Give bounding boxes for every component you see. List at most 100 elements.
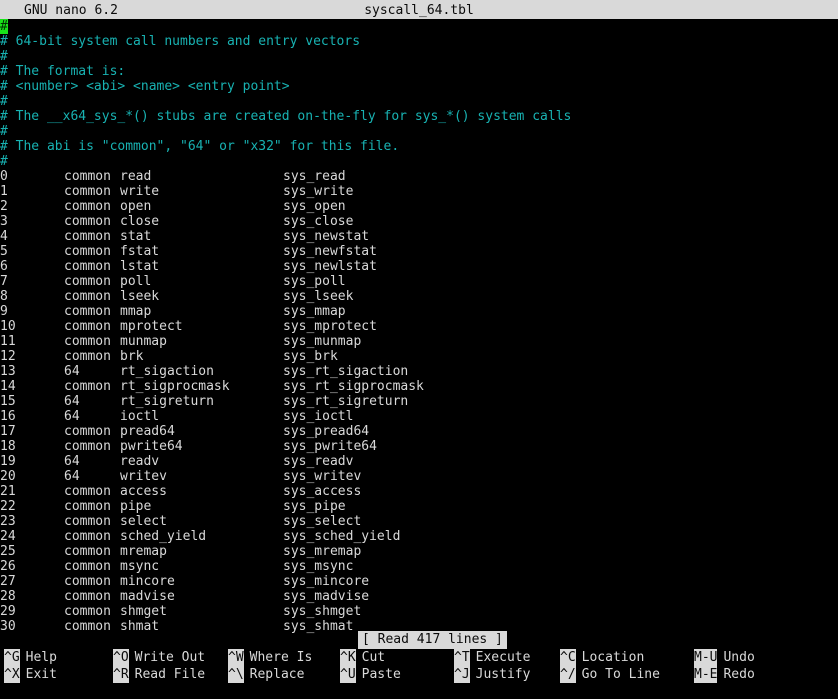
syscall-abi: common <box>64 304 111 319</box>
syscall-abi: common <box>64 604 111 619</box>
help-shortcut-redo[interactable]: M-E Redo <box>694 666 755 683</box>
syscall-row: 20 64 writev sys_writev <box>0 469 838 484</box>
help-shortcut-go-to-line[interactable]: ^/ Go To Line <box>560 666 660 683</box>
syscall-row: 21 common access sys_access <box>0 484 838 499</box>
help-shortcut-write-out[interactable]: ^O Write Out <box>113 649 205 666</box>
terminal-screen: GNU nano 6.2 syscall_64.tbl # # 64-bit sy… <box>0 0 838 699</box>
syscall-abi: common <box>64 589 111 604</box>
syscall-number: 8 <box>0 289 8 304</box>
help-shortcut-key: ^C <box>560 649 576 666</box>
editor-line: # <box>0 19 838 34</box>
syscall-entry-point: sys_madvise <box>283 589 370 604</box>
help-shortcut-location[interactable]: ^C Location <box>560 649 645 666</box>
help-shortcut-label: Undo <box>723 650 755 665</box>
syscall-name: open <box>120 199 152 214</box>
syscall-name: lseek <box>120 289 160 304</box>
syscall-abi: common <box>64 199 111 214</box>
help-shortcut-replace[interactable]: ^\ Replace <box>228 666 305 683</box>
syscall-row: 6 common lstat sys_newlstat <box>0 259 838 274</box>
nano-title-bar: GNU nano 6.2 syscall_64.tbl <box>0 0 838 19</box>
syscall-abi: common <box>64 214 111 229</box>
help-shortcut-paste[interactable]: ^U Paste <box>340 666 401 683</box>
help-shortcut-exit[interactable]: ^X Exit <box>4 666 57 683</box>
syscall-entry-point: sys_rt_sigaction <box>283 364 409 379</box>
syscall-number: 5 <box>0 244 8 259</box>
syscall-entry-point: sys_open <box>283 199 346 214</box>
syscall-name: msync <box>120 559 160 574</box>
syscall-number: 19 <box>0 454 16 469</box>
syscall-entry-point: sys_pipe <box>283 499 346 514</box>
help-shortcut-key: ^R <box>113 666 129 683</box>
text-cursor: # <box>0 19 8 34</box>
status-message: [ Read 417 lines ] <box>358 631 507 649</box>
help-row-primary: ^G Help ^O Write Out ^W Where Is ^K Cut ^T Execut… <box>0 649 838 667</box>
syscall-row: 26 common msync sys_msync <box>0 559 838 574</box>
syscall-entry-point: sys_newstat <box>283 229 370 244</box>
syscall-number: 15 <box>0 394 16 409</box>
syscall-entry-point: sys_mremap <box>283 544 362 559</box>
help-shortcut-key: ^G <box>4 649 20 666</box>
help-shortcut-label: Replace <box>249 667 305 682</box>
syscall-number: 17 <box>0 424 16 439</box>
syscall-row: 23 common select sys_select <box>0 514 838 529</box>
syscall-abi: common <box>64 484 111 499</box>
syscall-number: 11 <box>0 334 16 349</box>
syscall-name: writev <box>120 469 167 484</box>
syscall-entry-point: sys_mincore <box>283 574 370 589</box>
help-shortcut-key: M-U <box>694 649 718 666</box>
syscall-entry-point: sys_sched_yield <box>283 529 401 544</box>
syscall-name: select <box>120 514 167 529</box>
help-shortcut-cut[interactable]: ^K Cut <box>340 649 385 666</box>
help-shortcut-label: Redo <box>723 667 755 682</box>
syscall-row: 12 common brk sys_brk <box>0 349 838 364</box>
nano-filename-label: syscall_64.tbl <box>364 3 474 18</box>
syscall-name: pread64 <box>120 424 175 439</box>
syscall-row: 5 common fstat sys_newfstat <box>0 244 838 259</box>
syscall-row: 1 common write sys_write <box>0 184 838 199</box>
help-shortcut-where-is[interactable]: ^W Where Is <box>228 649 312 666</box>
syscall-row: 9 common mmap sys_mmap <box>0 304 838 319</box>
syscall-abi: common <box>64 259 111 274</box>
syscall-entry-point: sys_rt_sigreturn <box>283 394 409 409</box>
syscall-number: 18 <box>0 439 16 454</box>
nano-help-bar: ^G Help ^O Write Out ^W Where Is ^K Cut ^T Execut… <box>0 649 838 699</box>
syscall-number: 7 <box>0 274 8 289</box>
syscall-entry-point: sys_newfstat <box>283 244 377 259</box>
editor-line: # The format is: <box>0 64 126 79</box>
syscall-number: 3 <box>0 214 8 229</box>
syscall-name: mincore <box>120 574 175 589</box>
help-shortcut-help[interactable]: ^G Help <box>4 649 57 666</box>
syscall-number: 27 <box>0 574 16 589</box>
syscall-entry-point: sys_newlstat <box>283 259 377 274</box>
syscall-row: 0 common read sys_read <box>0 169 838 184</box>
syscall-entry-point: sys_poll <box>283 274 346 289</box>
help-shortcut-key: ^T <box>454 649 470 666</box>
syscall-row: 28 common madvise sys_madvise <box>0 589 838 604</box>
syscall-entry-point: sys_close <box>283 214 354 229</box>
editor-text-area[interactable]: # # 64-bit system call numbers and entry … <box>0 19 838 634</box>
syscall-entry-point: sys_ioctl <box>283 409 354 424</box>
syscall-number: 10 <box>0 319 16 334</box>
syscall-abi: common <box>64 544 111 559</box>
syscall-abi: common <box>64 349 111 364</box>
syscall-name: mprotect <box>120 319 183 334</box>
syscall-entry-point: sys_readv <box>283 454 354 469</box>
syscall-abi: common <box>64 229 111 244</box>
syscall-row: 16 64 ioctl sys_ioctl <box>0 409 838 424</box>
help-shortcut-execute[interactable]: ^T Execute <box>454 649 530 666</box>
help-shortcut-label: Location <box>581 650 645 665</box>
help-shortcut-justify[interactable]: ^J Justify <box>454 666 530 683</box>
syscall-name: madvise <box>120 589 175 604</box>
syscall-entry-point: sys_mmap <box>283 304 346 319</box>
syscall-row: 25 common mremap sys_mremap <box>0 544 838 559</box>
syscall-number: 21 <box>0 484 16 499</box>
syscall-name: mremap <box>120 544 167 559</box>
syscall-abi: common <box>64 244 111 259</box>
help-shortcut-undo[interactable]: M-U Undo <box>694 649 755 666</box>
syscall-number: 4 <box>0 229 8 244</box>
syscall-number: 20 <box>0 469 16 484</box>
syscall-name: read <box>120 169 152 184</box>
syscall-entry-point: sys_rt_sigprocmask <box>283 379 424 394</box>
syscall-abi: 64 <box>64 409 80 424</box>
help-shortcut-read-file[interactable]: ^R Read File <box>113 666 205 683</box>
